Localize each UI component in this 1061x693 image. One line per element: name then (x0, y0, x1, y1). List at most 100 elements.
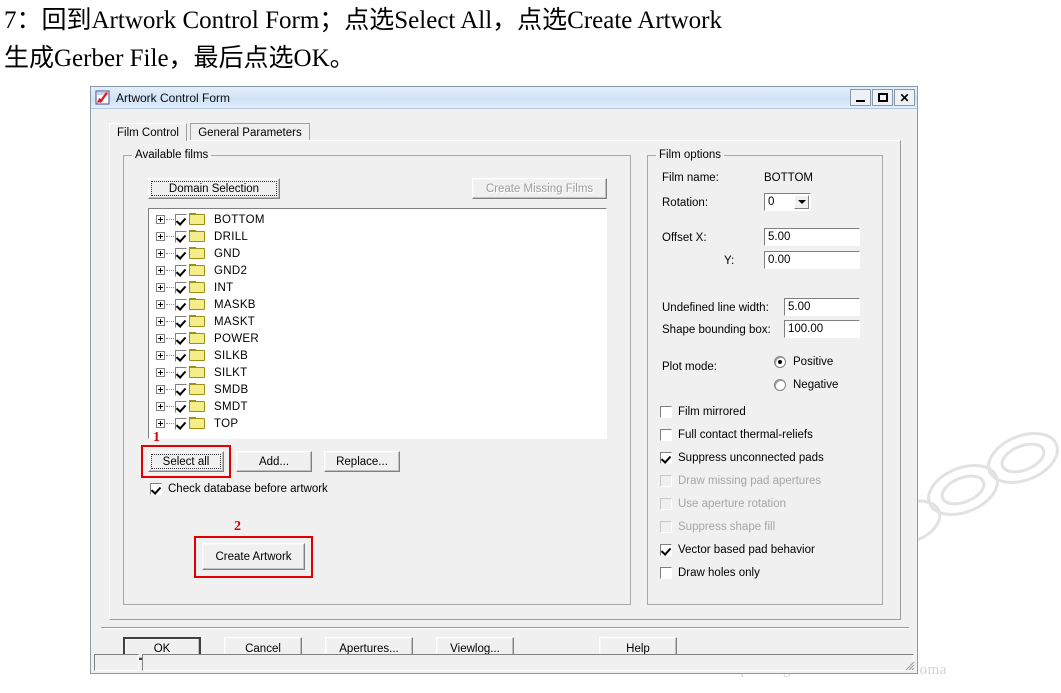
film-name-value: BOTTOM (764, 172, 813, 184)
film-list[interactable]: BOTTOM DRILL GND GND2 INT MASKB MASKT POWER SILK… (148, 208, 607, 439)
tree-connector (166, 405, 174, 408)
film-checkbox[interactable] (175, 366, 187, 379)
film-option-checkbox-label: Draw holes only (678, 567, 760, 579)
expand-plus-icon[interactable] (156, 317, 165, 326)
close-button[interactable]: ✕ (894, 89, 915, 106)
dialog-titlebar[interactable]: Artwork Control Form ✕ (91, 87, 917, 109)
domain-selection-button[interactable]: Domain Selection (148, 178, 280, 199)
film-option-checkbox[interactable]: Vector based pad behavior (660, 544, 815, 556)
film-name-label: INT (214, 281, 234, 294)
tab-general-parameters[interactable]: General Parameters (190, 123, 310, 141)
film-option-checkbox-box (660, 521, 672, 533)
status-pane-main (142, 653, 914, 671)
film-list-item[interactable]: MASKB (153, 296, 606, 313)
expand-plus-icon[interactable] (156, 402, 165, 411)
folder-icon (189, 383, 206, 396)
tree-connector (166, 388, 174, 391)
plot-mode-negative-radio[interactable]: Negative (774, 379, 838, 391)
resize-grip-icon[interactable] (903, 659, 915, 671)
maximize-button[interactable] (872, 89, 893, 106)
film-option-checkbox-label: Vector based pad behavior (678, 544, 815, 556)
expand-plus-icon[interactable] (156, 368, 165, 377)
undefined-line-width-label: Undefined line width: (662, 302, 769, 314)
film-name-label: GND (214, 247, 241, 260)
film-checkbox[interactable] (175, 349, 187, 362)
plot-mode-positive-radio[interactable]: Positive (774, 356, 833, 368)
film-checkbox[interactable] (175, 247, 187, 260)
expand-plus-icon[interactable] (156, 419, 165, 428)
film-list-item[interactable]: SMDB (153, 381, 606, 398)
offset-y-input[interactable]: 0.00 (764, 251, 860, 269)
tree-connector (166, 286, 174, 289)
rotation-combobox[interactable]: 0 (764, 193, 811, 211)
film-list-item[interactable]: SMDT (153, 398, 606, 415)
film-list-item[interactable]: TOP (153, 415, 606, 432)
film-list-item[interactable]: SILKT (153, 364, 606, 381)
select-all-button[interactable]: Select all (148, 451, 224, 472)
expand-plus-icon[interactable] (156, 385, 165, 394)
shape-bounding-box-input[interactable]: 100.00 (784, 320, 860, 338)
film-list-item[interactable]: POWER (153, 330, 606, 347)
film-option-checkbox[interactable]: Full contact thermal-reliefs (660, 429, 813, 441)
film-checkbox[interactable] (175, 264, 187, 277)
film-checkbox[interactable] (175, 281, 187, 294)
film-option-checkbox-box (660, 544, 672, 556)
expand-plus-icon[interactable] (156, 300, 165, 309)
folder-icon (189, 281, 206, 294)
expand-plus-icon[interactable] (156, 232, 165, 241)
tree-connector (166, 371, 174, 374)
tab-film-control[interactable]: Film Control (109, 123, 187, 141)
film-list-item[interactable]: GND2 (153, 262, 606, 279)
film-name-label: POWER (214, 332, 259, 345)
film-name-label: SILKT (214, 366, 248, 379)
film-option-checkbox-box (660, 406, 672, 418)
expand-plus-icon[interactable] (156, 283, 165, 292)
available-films-group: Available films Domain Selection Create … (123, 149, 631, 605)
chevron-down-icon[interactable] (794, 195, 809, 209)
film-name-label: BOTTOM (214, 213, 265, 226)
plot-mode-label: Plot mode: (662, 361, 717, 373)
expand-plus-icon[interactable] (156, 351, 165, 360)
minimize-button[interactable] (850, 89, 871, 106)
film-name-label: SMDT (214, 400, 248, 413)
film-checkbox[interactable] (175, 383, 187, 396)
film-option-checkbox[interactable]: Suppress unconnected pads (660, 452, 824, 464)
film-list-item[interactable]: SILKB (153, 347, 606, 364)
decorative-swirl-watermark (905, 432, 1059, 545)
film-checkbox[interactable] (175, 417, 187, 430)
expand-plus-icon[interactable] (156, 249, 165, 258)
folder-icon (189, 400, 206, 413)
tree-connector (166, 252, 174, 255)
film-list-item[interactable]: MASKT (153, 313, 606, 330)
film-list-item[interactable]: GND (153, 245, 606, 262)
film-option-checkbox-label: Suppress unconnected pads (678, 452, 824, 464)
film-checkbox[interactable] (175, 298, 187, 311)
expand-plus-icon[interactable] (156, 334, 165, 343)
film-checkbox[interactable] (175, 400, 187, 413)
film-option-checkbox-box (660, 429, 672, 441)
check-database-checkbox[interactable]: Check database before artwork (150, 483, 328, 495)
expand-plus-icon[interactable] (156, 266, 165, 275)
offset-x-input[interactable]: 5.00 (764, 228, 860, 246)
film-checkbox[interactable] (175, 230, 187, 243)
replace-button[interactable]: Replace... (324, 451, 400, 472)
film-option-checkbox[interactable]: Draw holes only (660, 567, 760, 579)
add-button[interactable]: Add... (236, 451, 312, 472)
film-list-item[interactable]: INT (153, 279, 606, 296)
create-missing-films-button: Create Missing Films (472, 178, 607, 199)
film-list-item[interactable]: BOTTOM (153, 211, 606, 228)
artwork-app-icon (95, 90, 110, 104)
expand-plus-icon[interactable] (156, 215, 165, 224)
film-checkbox[interactable] (175, 332, 187, 345)
film-checkbox[interactable] (175, 315, 187, 328)
create-artwork-button[interactable]: Create Artwork (202, 543, 305, 570)
film-name-label: SMDB (214, 383, 249, 396)
film-list-item[interactable]: DRILL (153, 228, 606, 245)
folder-icon (189, 247, 206, 260)
film-name-label: GND2 (214, 264, 248, 277)
film-option-checkbox[interactable]: Film mirrored (660, 406, 746, 418)
undefined-line-width-input[interactable]: 5.00 (784, 298, 860, 316)
film-checkbox[interactable] (175, 213, 187, 226)
folder-icon (189, 230, 206, 243)
folder-icon (189, 213, 206, 226)
